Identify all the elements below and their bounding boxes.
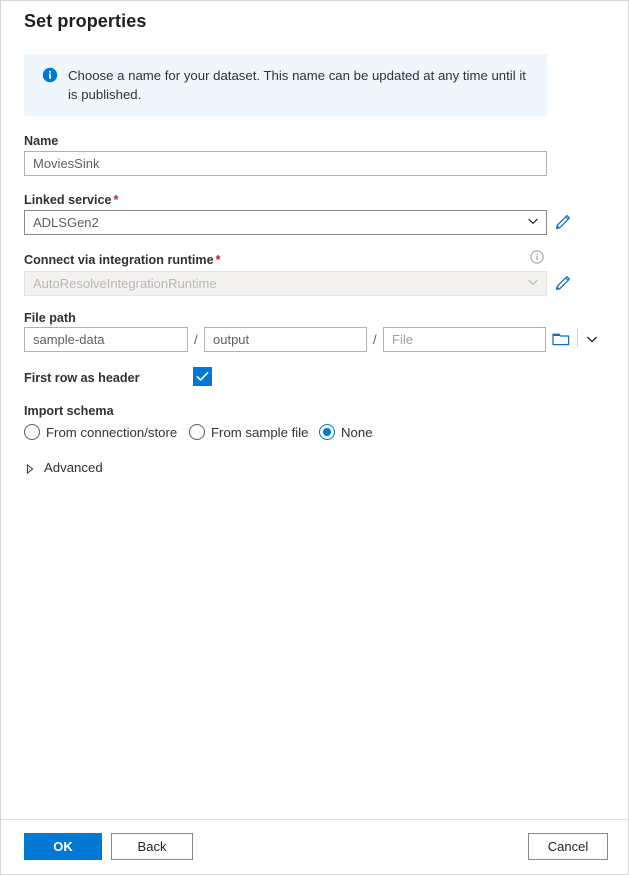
required-asterisk: * <box>113 193 119 207</box>
back-button[interactable]: Back <box>111 833 193 860</box>
set-properties-dialog: Set properties Choose a name for your da… <box>0 0 629 875</box>
integration-runtime-label: Connect via integration runtime * <box>24 253 221 267</box>
info-banner: Choose a name for your dataset. This nam… <box>24 54 547 116</box>
first-row-as-header-checkbox[interactable] <box>193 367 212 386</box>
file-path-label: File path <box>24 311 76 325</box>
folder-icon[interactable] <box>552 331 570 347</box>
file-path-container-input[interactable] <box>24 327 188 352</box>
linked-service-dropdown[interactable]: ADLSGen2 <box>24 210 547 235</box>
toolbar-divider <box>577 329 578 347</box>
cancel-button[interactable]: Cancel <box>528 833 608 860</box>
linked-service-label: Linked service * <box>24 193 119 207</box>
ok-button[interactable]: OK <box>24 833 102 860</box>
first-row-as-header-label: First row as header <box>24 371 140 385</box>
file-path-directory-input[interactable] <box>204 327 367 352</box>
integration-runtime-dropdown: AutoResolveIntegrationRuntime <box>24 271 547 296</box>
radio-mark-icon <box>189 424 205 440</box>
import-schema-label: Import schema <box>24 404 114 418</box>
required-asterisk: * <box>215 253 221 267</box>
triangle-right-icon <box>24 462 36 474</box>
info-banner-text: Choose a name for your dataset. This nam… <box>68 68 526 102</box>
advanced-label: Advanced <box>44 460 103 475</box>
dialog-footer: OK Back Cancel <box>1 819 628 874</box>
radio-none[interactable]: None <box>319 424 373 440</box>
name-input[interactable] <box>24 151 547 176</box>
linked-service-value: ADLSGen2 <box>33 215 99 230</box>
info-filled-icon <box>42 67 58 83</box>
file-path-separator-2: / <box>373 332 377 347</box>
radio-mark-selected-icon <box>319 424 335 440</box>
name-label: Name <box>24 134 59 148</box>
file-path-separator-1: / <box>194 332 198 347</box>
integration-runtime-edit-pencil-icon[interactable] <box>554 272 574 292</box>
dialog-body: Set properties Choose a name for your da… <box>1 1 628 820</box>
file-path-chevron-down-icon[interactable] <box>585 332 599 344</box>
info-outline-icon[interactable] <box>530 250 544 264</box>
integration-runtime-value: AutoResolveIntegrationRuntime <box>33 276 217 291</box>
radio-mark-icon <box>24 424 40 440</box>
radio-from-sample-file[interactable]: From sample file <box>189 424 308 440</box>
linked-service-edit-pencil-icon[interactable] <box>554 211 574 231</box>
chevron-down-icon <box>526 214 540 231</box>
page-title: Set properties <box>24 11 147 31</box>
chevron-down-icon <box>526 275 540 292</box>
advanced-expander[interactable]: Advanced <box>24 460 103 475</box>
radio-from-connection-store[interactable]: From connection/store <box>24 424 177 440</box>
file-path-file-input[interactable] <box>383 327 546 352</box>
